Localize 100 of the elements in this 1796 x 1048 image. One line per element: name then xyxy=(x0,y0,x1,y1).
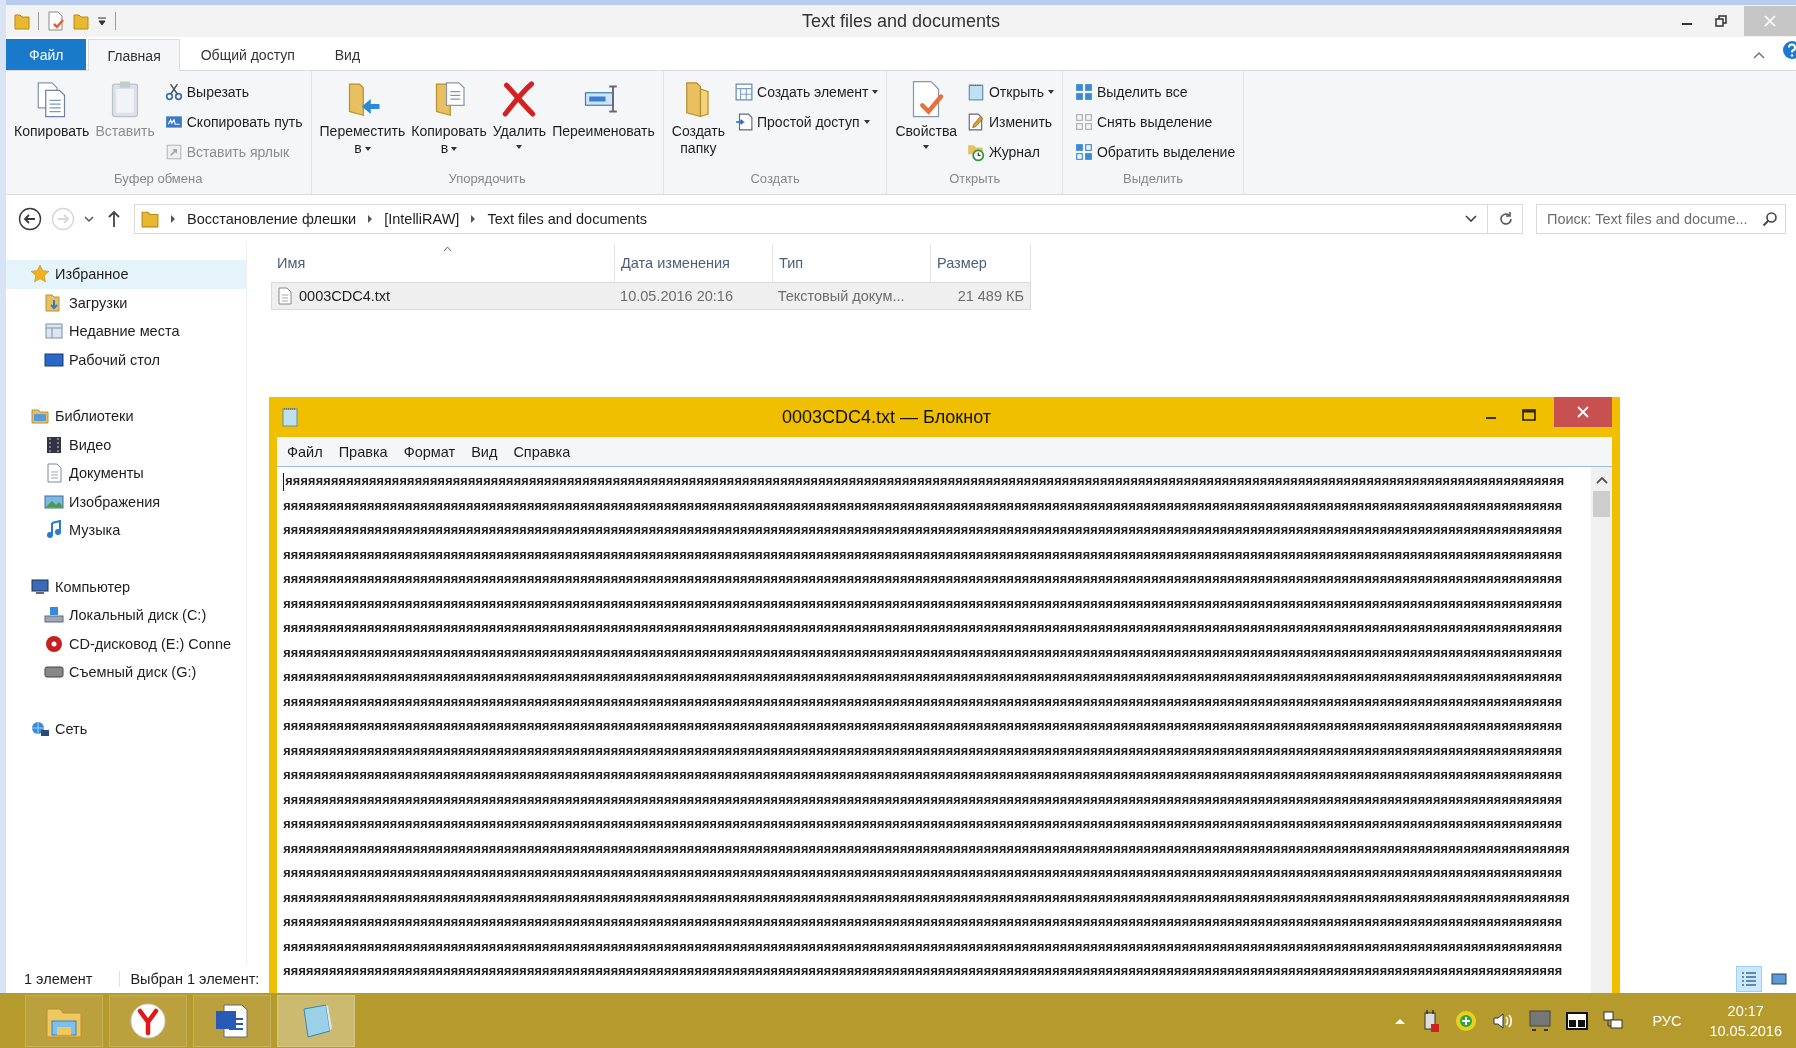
nav-item[interactable]: Недавние места xyxy=(6,317,246,346)
back-button[interactable] xyxy=(18,206,42,231)
speaker-icon[interactable] xyxy=(1492,1010,1515,1031)
close-icon xyxy=(1764,15,1776,27)
ribbon-button[interactable]: Выделить все xyxy=(1072,79,1238,105)
caret-icon xyxy=(1047,90,1054,94)
text-line: яяяяяяяяяяяяяяяяяяяяяяяяяяяяяяяяяяяяяяяяяяяяяяяяяяяяяяяяяяяяяяяяяяяяяяяяяяяяяяяяяяяяяяяяяяяяяяяяяяяяяяяяяяяяяяяяяяяяяяяяяяяяяяяяяяяяяяяяяяяяяяяяяяяяяяяяяяяяяяяяяяяяяяяя xyxy=(283,742,1563,761)
breadcrumb-link[interactable]: Восстановление флешки xyxy=(187,210,357,227)
search-icon xyxy=(1762,210,1778,227)
ribbon-button[interactable]: Копировать в xyxy=(409,75,489,171)
checked-document-icon[interactable] xyxy=(47,11,65,31)
text-line: яяяяяяяяяяяяяяяяяяяяяяяяяяяяяяяяяяяяяяяяяяяяяяяяяяяяяяяяяяяяяяяяяяяяяяяяяяяяяяяяяяяяяяяяяяяяяяяяяяяяяяяяяяяяяяяяяяяяяяяяяяяяяяяяяяяяяяяяяяяяяяяяяяяяяяяяяяяяяяяяяяяяяяяя xyxy=(283,963,1563,981)
ribbon-button[interactable]: Обратить выделение xyxy=(1072,139,1238,165)
menu-item[interactable]: Вид xyxy=(463,443,506,460)
ribbon-tab[interactable]: Вид xyxy=(315,39,380,70)
nav-item[interactable]: Видео xyxy=(6,430,246,459)
up-arrow-icon[interactable] xyxy=(107,209,121,228)
window-title: Text files and documents xyxy=(801,10,1001,32)
recent-locations-icon[interactable] xyxy=(84,214,94,223)
ribbon-tab[interactable]: Главная xyxy=(88,39,180,71)
scissors-icon xyxy=(164,83,183,101)
ribbon-button[interactable]: Простой доступ xyxy=(733,109,881,135)
text-line: яяяяяяяяяяяяяяяяяяяяяяяяяяяяяяяяяяяяяяяяяяяяяяяяяяяяяяяяяяяяяяяяяяяяяяяяяяяяяяяяяяяяяяяяяяяяяяяяяяяяяяяяяяяяяяяяяяяяяяяяяяяяяяяяяяяяяяяяяяяяяяяяяяяяяяяяяяяяяяяяяяяяяяяяя xyxy=(283,840,1570,859)
caret-icon xyxy=(364,146,371,151)
window-title: 0003CDC4.txt — Блокнот xyxy=(781,406,992,428)
plus-circle-icon[interactable] xyxy=(1454,1008,1479,1033)
monitor-icon[interactable] xyxy=(1528,1008,1553,1033)
ribbon-button[interactable]: Скопировать путь xyxy=(162,109,305,135)
dropdown-icon[interactable] xyxy=(97,16,107,26)
search-field[interactable]: Поиск: Text files and docume... xyxy=(1536,203,1786,234)
disc-icon xyxy=(44,633,64,654)
help-icon[interactable] xyxy=(1782,40,1796,60)
ribbon-button[interactable]: Открыть xyxy=(964,79,1056,105)
nav-item[interactable]: Музыка xyxy=(6,516,246,545)
collapse-ribbon-icon[interactable] xyxy=(1752,50,1766,60)
grid-icon xyxy=(1074,83,1093,101)
menu-item[interactable]: Файл xyxy=(279,443,331,460)
text-cursor xyxy=(283,473,284,492)
ribbon-button[interactable]: Копировать xyxy=(12,75,92,171)
text-line: яяяяяяяяяяяяяяяяяяяяяяяяяяяяяяяяяяяяяяяяяяяяяяяяяяяяяяяяяяяяяяяяяяяяяяяяяяяяяяяяяяяяяяяяяяяяяяяяяяяяяяяяяяяяяяяяяяяяяяяяяяяяяяяяяяяяяяяяяяяяяяяяяяяяяяяяяяяяяяяяяяяяяяяя xyxy=(283,546,1563,565)
nav-item[interactable]: CD-дисковод (E:) Conne xyxy=(6,629,246,658)
ribbon-group-title: Создать xyxy=(750,171,800,188)
ribbon-button[interactable]: Изменить xyxy=(964,109,1056,135)
window-icon[interactable] xyxy=(1566,1010,1589,1031)
list-icon xyxy=(1740,970,1758,988)
scrollbar[interactable] xyxy=(1591,467,1612,993)
dropdown-icon[interactable] xyxy=(1465,214,1477,223)
text-line: яяяяяяяяяяяяяяяяяяяяяяяяяяяяяяяяяяяяяяяяяяяяяяяяяяяяяяяяяяяяяяяяяяяяяяяяяяяяяяяяяяяяяяяяяяяяяяяяяяяяяяяяяяяяяяяяяяяяяяяяяяяяяяяяяяяяяяяяяяяяяяяяяяяяяяяяяяяяяяяяяяяяяяяя xyxy=(283,718,1563,736)
ribbon-group-title: Буфер обмена xyxy=(114,171,203,188)
nav-item[interactable]: Съемный диск (G:) xyxy=(6,658,246,687)
nav-item[interactable]: Документы xyxy=(6,459,246,488)
nav-item[interactable]: Рабочий стол xyxy=(6,345,246,374)
nav-item[interactable]: Библиотеки xyxy=(6,402,246,431)
nav-item[interactable]: Сеть xyxy=(6,714,246,743)
document-arrow-icon xyxy=(735,113,753,131)
breadcrumb-link[interactable]: [IntelliRAW] xyxy=(384,210,460,227)
text-line: яяяяяяяяяяяяяяяяяяяяяяяяяяяяяяяяяяяяяяяяяяяяяяяяяяяяяяяяяяяяяяяяяяяяяяяяяяяяяяяяяяяяяяяяяяяяяяяяяяяяяяяяяяяяяяяяяяяяяяяяяяяяяяяяяяяяяяяяяяяяяяяяяяяяяяяяяяяяяяяяяяяяяяяя xyxy=(283,620,1563,638)
ribbon-button[interactable]: Создать элемент xyxy=(733,79,881,105)
star-icon xyxy=(30,264,50,285)
close-button[interactable] xyxy=(1554,397,1612,427)
file-row[interactable]: 0003CDC4.txt 10.05.2016 20:16 Текстовый докум... 21 489 КБ xyxy=(271,282,1031,310)
nav-item[interactable]: Загрузки xyxy=(6,288,246,317)
chevron-icon[interactable] xyxy=(469,213,478,224)
ribbon-tab[interactable]: Общий доступ xyxy=(181,39,314,70)
caret-icon xyxy=(516,144,523,149)
file-name: 0003CDC4.txt xyxy=(299,288,391,304)
menu-item[interactable]: Формат xyxy=(395,443,464,460)
ribbon-button[interactable]: Снять выделение xyxy=(1072,109,1238,135)
refresh-icon[interactable] xyxy=(1498,210,1514,227)
taskbar-button[interactable] xyxy=(193,994,271,1047)
nav-item[interactable]: Избранное xyxy=(6,260,246,289)
ribbon-button[interactable]: Журнал xyxy=(964,139,1056,165)
table-cell-text: Текстовый докум... xyxy=(776,288,906,304)
ribbon-button[interactable]: Переименовать xyxy=(550,75,657,171)
ribbon-button[interactable]: Вырезать xyxy=(162,79,305,105)
table-cell-text: 10.05.2016 20:16 xyxy=(619,288,734,304)
ribbon-button[interactable]: Свойства xyxy=(893,75,959,171)
ribbon-button[interactable]: Создать папку xyxy=(669,75,727,171)
menu-item[interactable]: Справка xyxy=(505,443,579,460)
scroll-up-icon[interactable] xyxy=(1595,475,1608,485)
notepad-icon xyxy=(281,407,299,427)
taskbar-button[interactable] xyxy=(109,994,187,1047)
details-view-button[interactable] xyxy=(1736,966,1762,992)
text-file-icon xyxy=(277,287,293,305)
ribbon-button[interactable]: Переместить в xyxy=(317,75,408,171)
music-note-icon xyxy=(44,520,64,541)
item-count: 1 элемент xyxy=(24,971,93,987)
network-icon[interactable] xyxy=(1602,1009,1625,1032)
notepad-icon xyxy=(966,83,985,101)
menu-item[interactable]: Правка xyxy=(330,443,396,460)
chevron-icon[interactable] xyxy=(366,213,375,224)
nav-item[interactable]: Локальный диск (C:) xyxy=(6,601,246,630)
ribbon-button[interactable]: Удалить xyxy=(490,75,549,171)
scroll-thumb[interactable] xyxy=(1593,491,1610,517)
chevron-icon[interactable] xyxy=(169,213,177,224)
nav-item[interactable]: Изображения xyxy=(6,487,246,516)
address-bar[interactable]: Восстановление флешки [IntelliRAW] Text files and documents xyxy=(134,203,1523,234)
nav-item[interactable]: Компьютер xyxy=(6,572,246,601)
breadcrumb-link[interactable]: Text files and documents xyxy=(487,210,647,227)
ribbon-tab[interactable]: Файл xyxy=(6,39,87,70)
